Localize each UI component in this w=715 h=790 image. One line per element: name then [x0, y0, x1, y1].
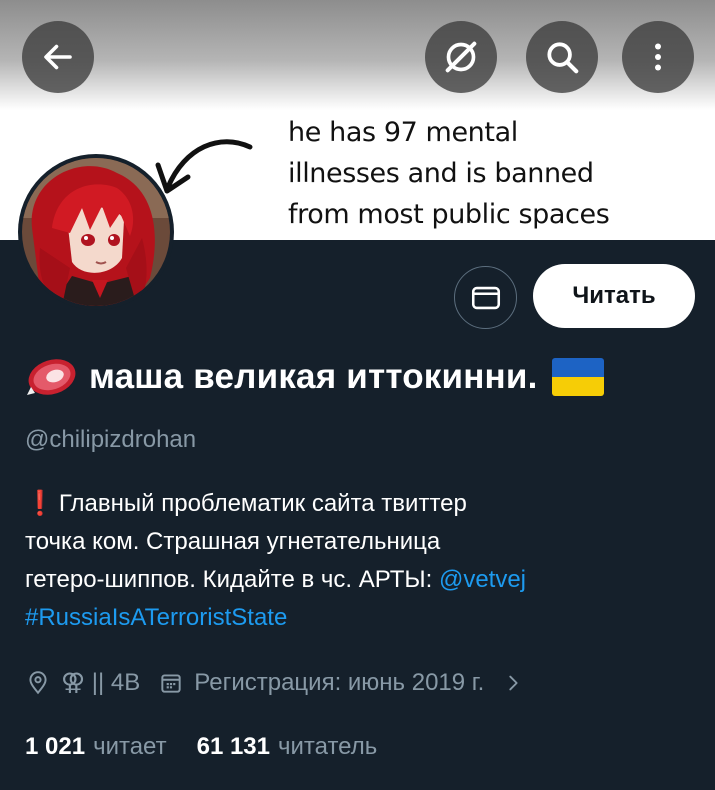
following-count[interactable]: 1 021: [25, 733, 85, 761]
arrow-left-icon: [44, 44, 72, 70]
flag-yellow-stripe: [551, 377, 604, 396]
more-vertical-icon: [655, 43, 661, 71]
display-name: маша великая иттокинни.: [89, 357, 538, 396]
location-text: ⚢ || 4В: [61, 669, 141, 696]
grok-button[interactable]: [425, 21, 497, 93]
search-button[interactable]: [526, 21, 598, 93]
banner-caption-line: he has 97 mental: [288, 117, 518, 148]
bio-line: гетеро-шиппов. Кидайте в чс. АРТЫ: @vetv…: [25, 561, 695, 599]
joined-date: Регистрация: июнь 2019 г.: [194, 668, 485, 696]
more-button[interactable]: [622, 21, 694, 93]
avatar-image: [22, 158, 170, 306]
message-button[interactable]: [454, 266, 517, 329]
banner-caption-line: illnesses and is banned: [288, 158, 594, 189]
avatar[interactable]: [18, 154, 174, 310]
follow-stats: 1 021 читает 61 131 читатель: [25, 733, 377, 761]
banner-shade: [0, 0, 715, 110]
followers-label[interactable]: читатель: [278, 733, 377, 761]
hashtag-link[interactable]: #RussiaIsATerroristState: [25, 604, 287, 631]
banner-caption: he has 97 mental illnesses and is banned…: [288, 112, 698, 235]
mail-icon: [471, 286, 500, 309]
followers-count[interactable]: 61 131: [197, 733, 270, 761]
following-label[interactable]: читает: [93, 733, 167, 761]
location-pin-icon: [25, 670, 51, 696]
ukraine-flag-icon: [551, 358, 604, 396]
bio-line: #RussiaIsATerroristState: [25, 599, 695, 637]
calendar-icon: [158, 670, 184, 696]
bio-line: точка ком. Страшная угнетательница: [25, 528, 441, 555]
flag-blue-stripe: [551, 358, 604, 377]
mention-link[interactable]: @vetvej: [439, 566, 526, 593]
bio-text: Главный проблематик сайта твиттер: [58, 490, 467, 517]
meat-emoji-icon: [27, 359, 76, 395]
back-button[interactable]: [22, 21, 94, 93]
bio-text: гетеро-шиппов. Кидайте в чс. АРТЫ:: [25, 566, 439, 593]
profile-meta: ⚢ || 4В Регистрация: июнь 2019 г.: [25, 668, 534, 697]
display-name-row: маша великая иттокинни.: [25, 355, 604, 399]
bio-line: ❗ Главный проблематик сайта твиттер: [25, 485, 695, 523]
follow-button[interactable]: Читать: [533, 264, 695, 328]
chevron-right-icon[interactable]: [502, 672, 524, 694]
exclamation-emoji: ❗: [25, 490, 55, 517]
banner-caption-line: from most public spaces: [288, 199, 610, 230]
username-handle: @chilipizdrohan: [25, 426, 197, 453]
grok-icon: [445, 41, 477, 73]
curved-arrow-drawing: [155, 139, 253, 194]
search-icon: [547, 42, 579, 74]
avatar-illustration: [22, 158, 170, 306]
profile-bio: ❗ Главный проблематик сайта твиттер точка…: [25, 485, 695, 637]
